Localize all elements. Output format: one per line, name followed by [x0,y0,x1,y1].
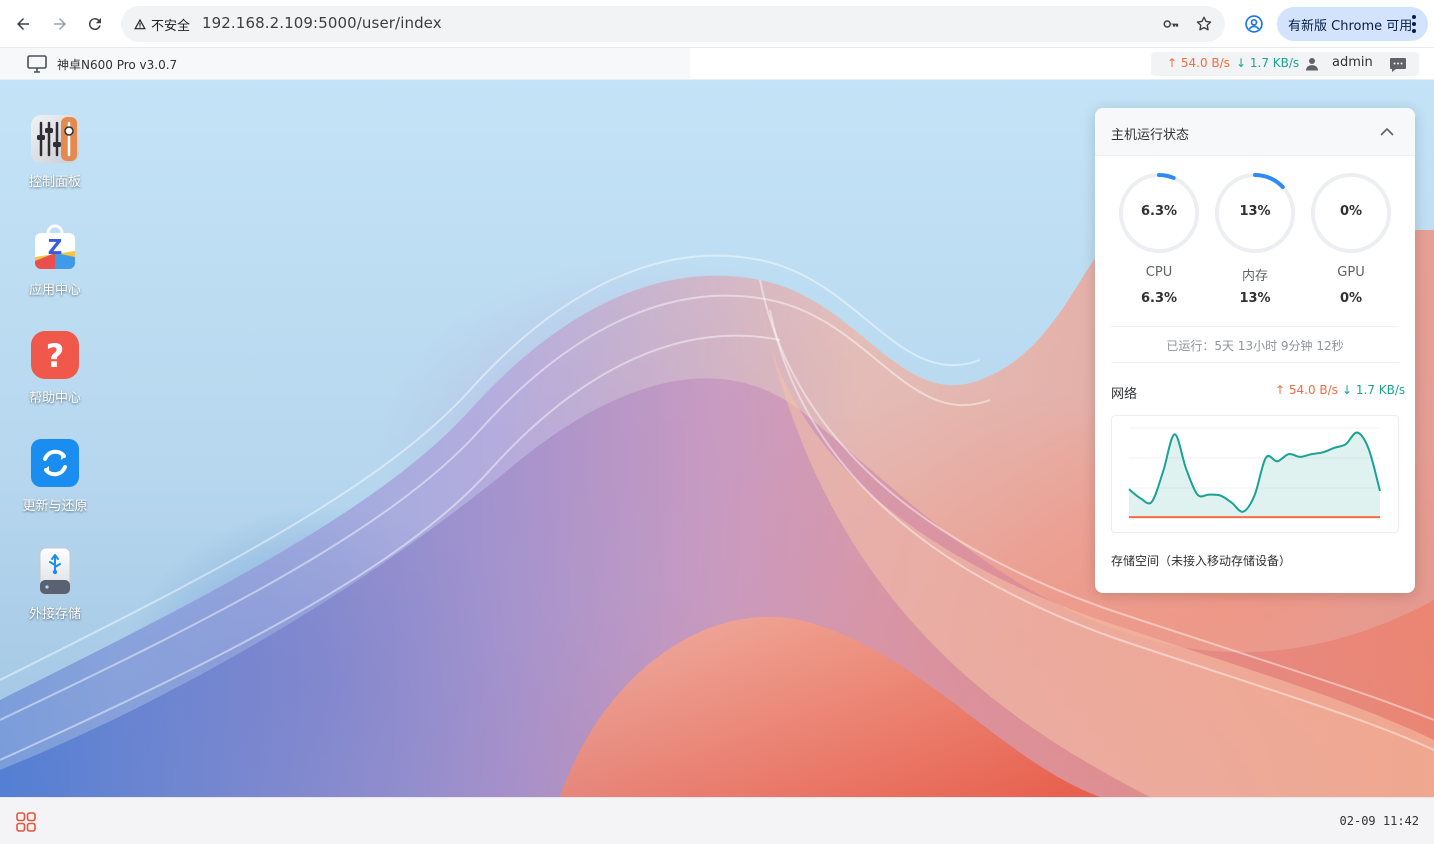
header-status-bar: ↑ 54.0 B/s ↓ 1.7 KB/s admin [1151,52,1419,76]
desktop-icon-external-storage[interactable]: 外接存储 [10,547,100,643]
storage-status: 存储空间（未接入移动存储设备） [1111,554,1292,568]
help-center-icon: ? [31,331,79,379]
gauge-value: 6.3% [1140,204,1178,219]
desktop-icon-label: 帮助中心 [28,391,81,406]
header-download-speed: ↓ 1.7 KB/s [1236,56,1300,70]
bookmark-button[interactable] [1194,14,1214,34]
memory-label: 内存 [1241,269,1268,284]
app-title-area: 神卓N600 Pro v3.0.7 [0,48,690,79]
memory-gauge: 13% [1213,171,1297,255]
account-circle-icon [1245,15,1263,33]
address-bar[interactable]: 不安全 192.168.2.109:5000/user/index [121,6,1225,42]
arrow-left-icon [17,18,29,30]
star-icon [1196,16,1212,31]
update-restore-icon [31,439,79,487]
divider [1111,326,1399,327]
desktop-icon-label: 控制面板 [28,175,81,190]
uptime-text: 已运行：5天 13小时 9分钟 12秒 [1166,339,1344,353]
more-vert-icon [1412,15,1416,33]
network-title: 网络 [1111,387,1138,402]
monitor-icon [27,55,47,73]
app-title: 神卓N600 Pro v3.0.7 [57,58,178,72]
taskbar: 02-09 11:42 [0,797,1434,844]
browser-toolbar: 不安全 192.168.2.109:5000/user/index 有新版 Ch… [0,0,1434,48]
network-chart-plot [1128,427,1381,519]
desktop-icon-help-center[interactable]: ? 帮助中心 [10,331,100,427]
forward-button[interactable] [47,11,73,37]
app-center-icon: Z [31,223,79,271]
memory-usage-value: 13% [1239,291,1271,306]
panel-header: 主机运行状态 [1095,108,1415,156]
network-chart [1111,415,1399,533]
svg-text:?: ? [46,337,65,375]
header-upload-speed: ↑ 54.0 B/s [1167,56,1230,70]
external-storage-icon [31,547,79,595]
gpu-gauge: 0% [1309,171,1393,255]
reload-button[interactable] [82,11,108,37]
desktop-icon-label: 外接存储 [28,607,81,622]
user-icon[interactable] [1305,57,1319,71]
security-chip[interactable]: 不安全 [129,13,194,35]
control-panel-icon [31,115,79,163]
gauge-value: 13% [1239,204,1271,219]
app-header: 神卓N600 Pro v3.0.7 ↑ 54.0 B/s ↓ 1.7 KB/s … [0,48,1434,80]
back-button[interactable] [10,11,36,37]
password-key-button[interactable] [1161,14,1181,34]
gpu-usage-value: 0% [1339,291,1363,306]
profile-button[interactable] [1242,12,1266,36]
desktop-icon-label: 更新与还原 [22,499,88,514]
desktop-icon-control-panel[interactable]: 控制面板 [10,115,100,211]
desktop-icon-update-restore[interactable]: 更新与还原 [10,439,100,535]
arrow-right-icon [54,18,66,30]
host-status-panel: 主机运行状态 6.3% 13% 0% CPU 内存 GPU 6.3% 13% 0… [1095,108,1415,593]
desktop-icon-label: 应用中心 [28,283,81,298]
panel-title: 主机运行状态 [1111,128,1190,143]
gpu-label: GPU [1337,265,1365,280]
key-icon [1163,20,1179,28]
chevron-up-icon[interactable] [1378,123,1396,141]
username[interactable]: admin [1332,55,1373,70]
app-launcher-icon[interactable] [15,811,37,833]
update-label: 有新版 Chrome 可用 [1288,18,1413,34]
warning-icon [134,18,146,30]
message-icon[interactable] [1389,57,1407,72]
network-upload-speed: ↑ 54.0 B/s [1275,383,1338,397]
cpu-label: CPU [1145,265,1173,280]
url-text[interactable]: 192.168.2.109:5000/user/index [202,14,442,32]
svg-text:Z: Z [48,235,63,259]
desktop-icon-app-center[interactable]: Z 应用中心 [10,223,100,319]
security-label: 不安全 [151,18,191,34]
cpu-gauge: 6.3% [1117,171,1201,255]
reload-icon [88,18,101,31]
network-download-speed: ↓ 1.7 KB/s [1342,383,1406,397]
cpu-usage-value: 6.3% [1140,291,1178,306]
chrome-update-button[interactable]: 有新版 Chrome 可用 [1277,7,1428,41]
clock: 02-09 11:42 [1339,814,1419,828]
gauge-value: 0% [1339,204,1363,219]
divider [1111,362,1399,363]
